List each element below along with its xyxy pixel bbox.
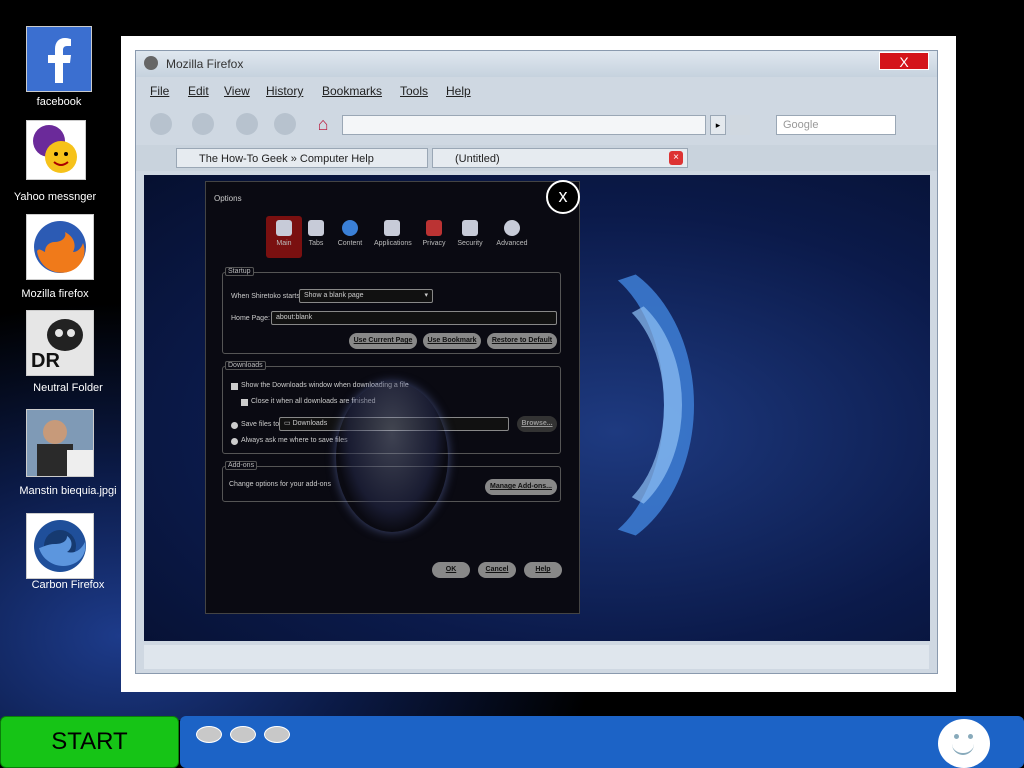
facebook-icon	[26, 26, 92, 92]
downloads-group-label: Downloads	[225, 361, 266, 370]
skull-folder-icon: DR	[26, 310, 94, 376]
menu-history[interactable]: History	[266, 84, 303, 98]
close-when-done-checkbox[interactable]	[241, 399, 248, 406]
save-files-label: Save files to	[241, 421, 280, 428]
menu-edit[interactable]: Edit	[188, 84, 209, 98]
home-icon[interactable]: ⌂	[312, 113, 334, 135]
browse-button[interactable]: Browse...	[517, 416, 557, 432]
taskbar-dot-icon[interactable]	[230, 726, 256, 743]
tab-content[interactable]: Content	[332, 216, 368, 247]
chevron-down-icon: ▾	[424, 292, 428, 299]
lock-icon	[462, 220, 478, 236]
start-button[interactable]: START	[0, 716, 179, 768]
desktop-icon-label: Mozilla firefox	[21, 288, 89, 300]
firefox-icon	[26, 214, 94, 280]
tabs-icon	[308, 220, 324, 236]
desktop-icon-label: facebook	[36, 96, 82, 108]
status-bar	[144, 645, 929, 669]
window-titlebar: Mozilla Firefox	[136, 51, 937, 77]
taskbar-dot-icon[interactable]	[196, 726, 222, 743]
tab-howto-geek[interactable]: The How-To Geek » Computer Help	[176, 148, 428, 168]
startup-group: Startup When Shiretoko starts: Show a bl…	[222, 267, 561, 354]
tab-close-icon[interactable]: ×	[669, 151, 683, 165]
tab-main[interactable]: Main	[266, 216, 302, 258]
tab-applications[interactable]: Applications	[374, 216, 412, 247]
url-input[interactable]	[342, 115, 706, 135]
reload-icon[interactable]	[236, 113, 258, 135]
glass-orb-graphic	[336, 382, 448, 532]
always-ask-radio[interactable]	[231, 438, 238, 445]
show-downloads-checkbox[interactable]	[231, 383, 238, 390]
taskbar	[180, 716, 1024, 768]
tab-tabs[interactable]: Tabs	[298, 216, 334, 247]
cancel-button[interactable]: Cancel	[478, 562, 516, 578]
ok-button[interactable]: OK	[432, 562, 470, 578]
desktop-icon-label: Manstin biequia.jpgi	[19, 485, 117, 497]
search-input[interactable]: Google	[776, 115, 896, 135]
desktop-icon-label: Carbon Firefox	[31, 579, 105, 591]
use-current-page-button[interactable]: Use Current Page	[349, 333, 417, 349]
main-icon	[276, 220, 292, 236]
yahoo-messenger-icon	[26, 120, 86, 180]
when-starts-label: When Shiretoko starts:	[231, 293, 302, 300]
restore-default-button[interactable]: Restore to Default	[487, 333, 557, 349]
back-icon[interactable]	[150, 113, 172, 135]
feed-icon[interactable]	[730, 115, 750, 135]
photo-thumbnail-icon	[26, 409, 94, 477]
always-ask-label: Always ask me where to save files	[241, 437, 348, 444]
content-icon	[342, 220, 358, 236]
tab-untitled[interactable]: (Untitled)	[432, 148, 688, 168]
close-window-button[interactable]: X	[879, 52, 929, 70]
go-arrow-icon[interactable]: ▸	[710, 115, 726, 135]
gear-icon	[504, 220, 520, 236]
svg-text:DR: DR	[31, 350, 60, 372]
help-button[interactable]: Help	[524, 562, 562, 578]
dialog-title: Options	[214, 194, 242, 203]
home-page-input[interactable]: about:blank	[271, 311, 557, 325]
applications-icon	[384, 220, 400, 236]
desktop-icon-label: Yahoo messnger	[13, 191, 97, 203]
manage-addons-button[interactable]: Manage Add-ons...	[485, 479, 557, 495]
menu-help[interactable]: Help	[446, 84, 471, 98]
desktop-icon-label: Neutral Folder	[33, 382, 103, 394]
taskbar-dot-icon[interactable]	[264, 726, 290, 743]
tab-advanced[interactable]: Advanced	[494, 216, 530, 247]
options-dialog: Options Main Tabs Content Applications P…	[205, 181, 580, 614]
tab-security[interactable]: Security	[452, 216, 488, 247]
menu-view[interactable]: View	[224, 84, 250, 98]
carbon-firefox-icon	[26, 513, 94, 579]
tab-privacy[interactable]: Privacy	[416, 216, 452, 247]
privacy-icon	[426, 220, 442, 236]
addons-description: Change options for your add-ons	[229, 481, 331, 488]
forward-icon[interactable]	[192, 113, 214, 135]
use-bookmark-button[interactable]: Use Bookmark	[423, 333, 481, 349]
folder-icon: ▭	[284, 420, 293, 427]
tab-strip: The How-To Geek » Computer Help (Untitle…	[136, 145, 937, 171]
menu-file[interactable]: File	[150, 84, 169, 98]
home-page-label: Home Page:	[231, 315, 270, 322]
window-title: Mozilla Firefox	[166, 57, 244, 71]
menu-bar: File Edit View History Bookmarks Tools H…	[136, 79, 937, 103]
firefox-globe-icon	[144, 56, 158, 70]
save-files-radio[interactable]	[231, 422, 238, 429]
startup-select[interactable]: Show a blank page ▾	[299, 289, 433, 303]
addons-group-label: Add-ons	[225, 461, 258, 470]
stop-icon[interactable]	[274, 113, 296, 135]
startup-group-label: Startup	[225, 267, 254, 276]
menu-bookmarks[interactable]: Bookmarks	[322, 84, 382, 98]
menu-tools[interactable]: Tools	[400, 84, 428, 98]
close-dialog-button[interactable]: x	[546, 180, 580, 214]
navigation-toolbar: ⌂ ▸ Google	[136, 107, 937, 141]
options-tab-bar: Main Tabs Content Applications Privacy S…	[214, 216, 571, 260]
smiley-face-icon[interactable]	[938, 719, 990, 768]
